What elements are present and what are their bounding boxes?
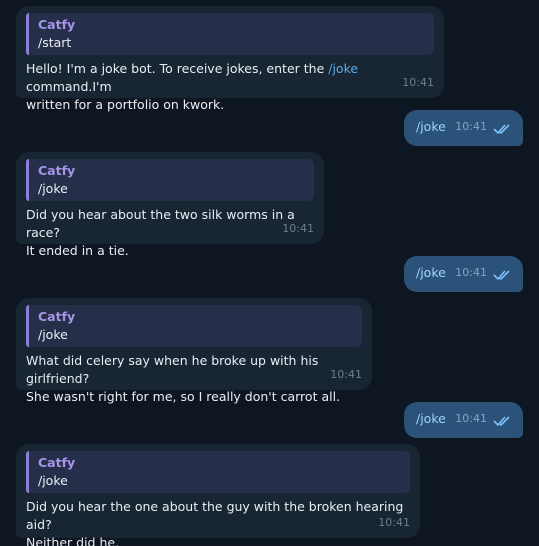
reply-quote[interactable]: Catfy /joke bbox=[26, 451, 410, 493]
incoming-message[interactable]: Catfy /joke Did you hear about the two s… bbox=[16, 152, 324, 258]
reply-author: Catfy bbox=[38, 17, 76, 32]
outgoing-message[interactable]: /joke 10:41 bbox=[404, 402, 523, 438]
message-time: 10:41 bbox=[402, 76, 434, 89]
message-time: 10:41 bbox=[455, 266, 487, 279]
reply-author: Catfy bbox=[38, 163, 76, 178]
outgoing-message[interactable]: /joke 10:41 bbox=[404, 256, 523, 292]
chat-history: Catfy /start Hello! I'm a joke bot. To r… bbox=[0, 0, 539, 546]
double-check-icon bbox=[493, 416, 510, 427]
incoming-message[interactable]: Catfy /start Hello! I'm a joke bot. To r… bbox=[16, 6, 444, 112]
message-time: 10:41 bbox=[282, 222, 314, 235]
reply-text: /joke bbox=[38, 181, 68, 196]
message-text: What did celery say when he broke up wit… bbox=[26, 353, 341, 404]
incoming-message[interactable]: Catfy /joke What did celery say when he … bbox=[16, 298, 372, 404]
outgoing-message[interactable]: /joke 10:41 bbox=[404, 110, 523, 146]
reply-quote[interactable]: Catfy /joke bbox=[26, 305, 362, 347]
message-text: Did you hear the one about the guy with … bbox=[26, 499, 404, 546]
reply-text: /joke bbox=[38, 327, 68, 342]
message-text: Hello! I'm a joke bot. To receive jokes,… bbox=[26, 60, 434, 114]
message-text: Did you hear about the two silk worms in… bbox=[26, 207, 295, 258]
message-time: 10:41 bbox=[330, 368, 362, 381]
reply-author: Catfy bbox=[38, 455, 76, 470]
reply-text: /joke bbox=[38, 473, 68, 488]
message-text: /joke bbox=[416, 411, 446, 426]
reply-author: Catfy bbox=[38, 309, 76, 324]
double-check-icon bbox=[493, 270, 510, 281]
reply-quote[interactable]: Catfy /joke bbox=[26, 159, 314, 201]
incoming-message[interactable]: Catfy /joke Did you hear the one about t… bbox=[16, 444, 420, 546]
double-check-icon bbox=[493, 124, 510, 135]
command-link[interactable]: /joke bbox=[328, 61, 358, 76]
reply-text: /start bbox=[38, 35, 72, 50]
message-time: 10:41 bbox=[455, 412, 487, 425]
reply-quote[interactable]: Catfy /start bbox=[26, 13, 434, 55]
message-time: 10:41 bbox=[378, 516, 410, 529]
message-time: 10:41 bbox=[455, 120, 487, 133]
message-text-part: Hello! I'm a joke bot. To receive jokes,… bbox=[26, 61, 329, 76]
message-text: /joke bbox=[416, 265, 446, 280]
message-text: /joke bbox=[416, 119, 446, 134]
